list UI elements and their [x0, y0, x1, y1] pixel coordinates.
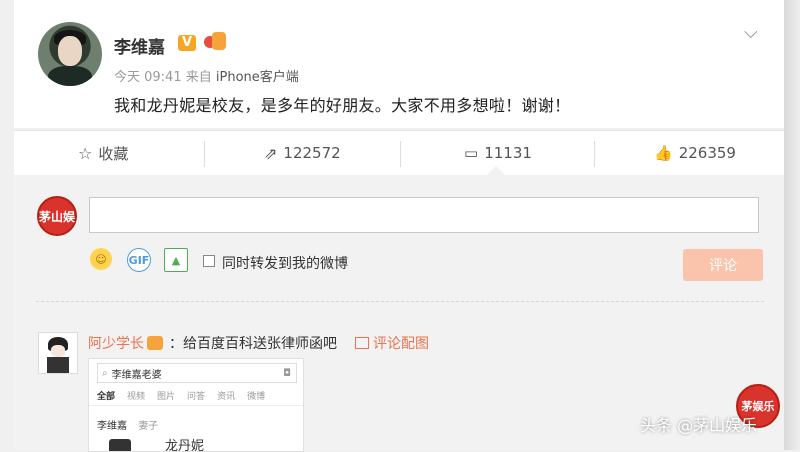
medal-badge-icon [147, 336, 163, 350]
divider [89, 405, 303, 406]
comment-input[interactable] [89, 197, 759, 233]
thumbs-up-icon: 👍 [654, 144, 673, 162]
commenter-avatar[interactable] [38, 332, 78, 374]
search-icon: ⌕ [102, 367, 108, 379]
divider [400, 141, 401, 167]
embedded-tab: 问答 [187, 392, 206, 402]
verified-badge-icon: V [178, 35, 196, 51]
comment-line: 阿少学长 ：给百度百科送张律师函吧 评论配图 [88, 333, 429, 353]
post-content: 我和龙丹妮是校友，是多年的好朋友。大家不用多想啦！谢谢！ [114, 96, 571, 115]
embedded-search-bar: ⌕ 李维嘉老婆 ◘ [97, 363, 297, 383]
comment-attached-image[interactable]: ⌕ 李维嘉老婆 ◘ 全部 视频 图片 问答 资讯 微博 李维嘉 妻子 龙丹妮 [88, 358, 304, 452]
forward-label: 同时转发到我的微博 [222, 256, 348, 272]
medal-badge-icon [204, 32, 226, 52]
star-icon: ☆ [78, 143, 93, 163]
repost-button[interactable]: ⇗ 122572 [264, 131, 341, 175]
chevron-down-icon[interactable]: ⌵ [744, 22, 758, 43]
embedded-tab: 微博 [247, 392, 266, 402]
favorite-label: 收藏 [98, 144, 129, 163]
favorite-button[interactable]: ☆ 收藏 [78, 131, 128, 175]
gif-button[interactable]: GIF [127, 248, 151, 272]
comment-caret [487, 166, 505, 175]
post-username[interactable]: 李维嘉 [114, 33, 165, 58]
embedded-row-sub: 妻子 [138, 421, 159, 432]
divider [594, 141, 595, 167]
comment-submit-button[interactable]: 评论 [683, 249, 763, 281]
embedded-tabs: 全部 视频 图片 问答 资讯 微博 [97, 389, 265, 402]
post-action-bar: ☆ 收藏 ⇗ 122572 ▭ 11131 👍 226359 [14, 130, 784, 175]
comment-picture-label: 评论配图 [373, 336, 429, 352]
embedded-thumbnail [109, 439, 131, 451]
embedded-tab: 资讯 [217, 392, 236, 402]
page-edge-shadow [784, 0, 800, 450]
comment-text: ：给百度百科送张律师函吧 [169, 336, 337, 352]
embedded-result-row: 李维嘉 妻子 [97, 417, 158, 432]
picture-icon[interactable]: ▲ [164, 248, 188, 272]
post-meta: 今天 09:41 来自 iPhone客户端 [114, 66, 299, 85]
source-prefix: 来自 [185, 70, 212, 85]
repost-count: 122572 [283, 144, 341, 162]
embedded-tab: 图片 [157, 392, 176, 402]
smiley-icon[interactable]: ☺ [90, 248, 112, 270]
like-button[interactable]: 👍 226359 [654, 131, 736, 175]
current-user-avatar: 茅山娱 [37, 196, 77, 236]
forward-checkbox[interactable] [203, 255, 215, 267]
post-time[interactable]: 今天 09:41 [114, 70, 182, 85]
embedded-result-name: 龙丹妮 [165, 439, 205, 452]
comment-username[interactable]: 阿少学长 [88, 333, 144, 353]
repost-icon: ⇗ [264, 143, 278, 163]
embedded-tab: 全部 [97, 392, 116, 402]
like-count: 226359 [678, 144, 736, 162]
user-avatar[interactable] [38, 22, 102, 86]
image-icon [355, 337, 369, 349]
embedded-row-name: 李维嘉 [97, 421, 127, 432]
divider [204, 141, 205, 167]
comment-icon: ▭ [464, 144, 479, 162]
camera-icon: ◘ [283, 367, 291, 379]
embedded-tab: 视频 [127, 392, 146, 402]
embedded-search-text: 李维嘉老婆 [111, 369, 162, 381]
comment-picture-link[interactable]: 评论配图 [355, 333, 429, 353]
comment-count: 11131 [484, 144, 532, 162]
watermark-text: 头条 @茅山娱乐 [640, 416, 758, 435]
post-source[interactable]: iPhone客户端 [216, 70, 299, 85]
comment-divider [36, 301, 764, 302]
